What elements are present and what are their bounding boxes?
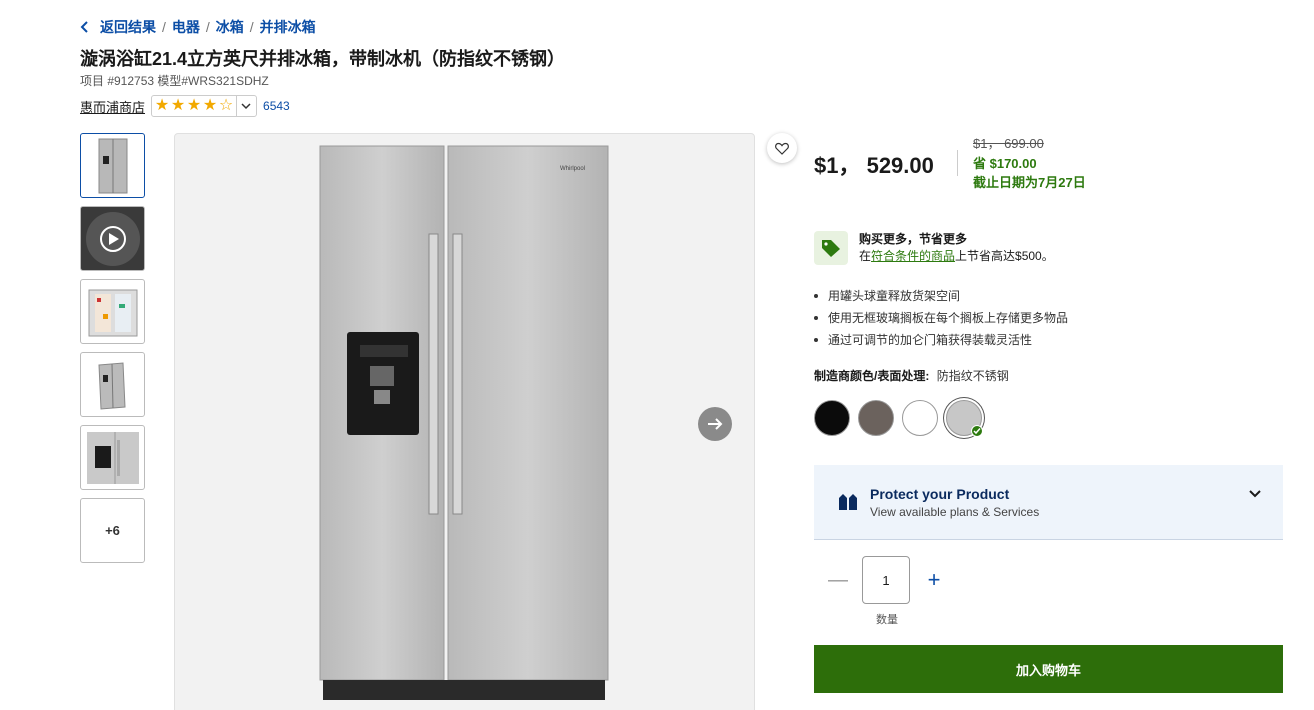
eligible-items-link[interactable]: 符合条件的商品	[871, 249, 955, 263]
star-half-icon: ☆	[218, 97, 234, 114]
rating-row: 惠而浦商店 ★ ★ ★ ★ ☆ 6543	[80, 95, 290, 117]
quantity-stepper: — 1 +	[814, 556, 958, 604]
breadcrumb-separator: /	[249, 19, 254, 35]
quantity-label: 数量	[876, 614, 898, 626]
svg-text:Whirlpool: Whirlpool	[560, 166, 585, 172]
play-video-icon	[85, 211, 140, 266]
fridge-angle-thumbnail-icon	[97, 361, 126, 410]
thumbnail-video[interactable]	[80, 206, 145, 271]
swatch-black[interactable]	[814, 400, 850, 436]
quantity-decrease-button[interactable]: —	[814, 569, 862, 592]
thumbnail-image-4[interactable]	[80, 352, 145, 417]
star-full-icon: ★	[170, 97, 186, 114]
review-count-link[interactable]: 6543	[263, 99, 290, 113]
star-full-icon: ★	[202, 97, 218, 114]
color-selected-value: 防指纹不锈钢	[936, 369, 1009, 383]
main-product-image: Whirlpool	[174, 133, 755, 710]
product-title: 漩涡浴缸21.4立方英尺并排冰箱，带制冰机（防指纹不锈钢）	[80, 49, 566, 69]
thumbnail-image-1[interactable]	[80, 133, 145, 198]
color-label: 制造商颜色/表面处理: 防指纹不锈钢	[814, 367, 1009, 384]
fridge-thumbnail-icon	[98, 138, 127, 193]
fridge-open-thumbnail-icon	[88, 289, 137, 336]
add-to-cart-button[interactable]: 加入购物车	[814, 645, 1283, 693]
product-meta: 项目 #912753 模型#WRS321SDHZ	[80, 74, 269, 88]
quantity-input[interactable]: 1	[862, 556, 910, 604]
dispenser-thumbnail-icon	[86, 431, 139, 484]
was-price: $1， 699.00	[973, 136, 1044, 151]
refrigerator-image: Whirlpool	[319, 145, 609, 700]
heart-icon	[775, 142, 789, 155]
thumbnail-image-3[interactable]	[80, 279, 145, 344]
star-full-icon: ★	[186, 97, 202, 114]
thumbnail-more-label: +6	[105, 523, 120, 538]
breadcrumb-back-link[interactable]: 返回结果	[100, 17, 156, 37]
chevron-down-icon[interactable]	[1249, 485, 1261, 503]
feature-item: 用罐头球童释放货架空间	[814, 285, 1068, 307]
thumbnail-more[interactable]: +6	[80, 498, 145, 563]
favorite-button[interactable]	[767, 133, 797, 163]
promo-prefix: 在	[859, 249, 872, 263]
price-tag-icon	[814, 231, 848, 265]
breadcrumb-item-appliances[interactable]: 电器	[172, 17, 200, 37]
breadcrumb-separator: /	[205, 19, 210, 35]
breadcrumb-item-refrigerators[interactable]: 冰箱	[216, 17, 244, 37]
brand-store-link[interactable]: 惠而浦商店	[80, 97, 145, 116]
thumbnail-list: +6	[80, 133, 145, 571]
thumbnail-image-5[interactable]	[80, 425, 145, 490]
feature-item: 使用无框玻璃搁板在每个搁板上存储更多物品	[814, 307, 1068, 329]
star-rating[interactable]: ★ ★ ★ ★ ☆	[151, 95, 258, 117]
sale-end-date: 截止日期为7月27日	[973, 175, 1086, 190]
protection-plan-panel[interactable]: Protect your Product View available plan…	[814, 465, 1283, 540]
shield-people-icon	[836, 490, 860, 514]
swatch-stainless[interactable]	[946, 400, 983, 437]
chevron-left-icon[interactable]	[80, 19, 100, 35]
check-icon	[971, 425, 983, 437]
breadcrumb-item-side-by-side[interactable]: 并排冰箱	[260, 17, 316, 37]
chevron-down-icon[interactable]	[236, 96, 254, 116]
protection-subtitle: View available plans & Services	[870, 504, 1040, 519]
swatch-white[interactable]	[902, 400, 938, 436]
current-price: $1， 529.00	[814, 153, 934, 178]
promo-banner: 购买更多，节省更多 在符合条件的商品上节省高达$500。	[814, 231, 1054, 265]
breadcrumb: 返回结果 / 电器 / 冰箱 / 并排冰箱	[80, 17, 316, 37]
feature-item: 通过可调节的加仑门箱获得装载灵活性	[814, 329, 1068, 351]
price-divider	[957, 150, 958, 176]
quantity-increase-button[interactable]: +	[910, 567, 958, 593]
promo-suffix: 上节省高达$500。	[955, 249, 1054, 263]
swatch-black-stainless[interactable]	[858, 400, 894, 436]
next-image-button[interactable]	[698, 407, 732, 441]
promo-title: 购买更多，节省更多	[859, 232, 968, 246]
star-full-icon: ★	[154, 97, 170, 114]
feature-list: 用罐头球童释放货架空间 使用无框玻璃搁板在每个搁板上存储更多物品 通过可调节的加…	[814, 285, 1068, 351]
protection-title: Protect your Product	[870, 485, 1010, 502]
savings-amount: 省 $170.00	[973, 156, 1037, 171]
color-label-title: 制造商颜色/表面处理:	[814, 369, 930, 383]
arrow-right-icon	[708, 418, 723, 430]
color-swatches	[814, 400, 990, 437]
breadcrumb-separator: /	[162, 19, 166, 35]
